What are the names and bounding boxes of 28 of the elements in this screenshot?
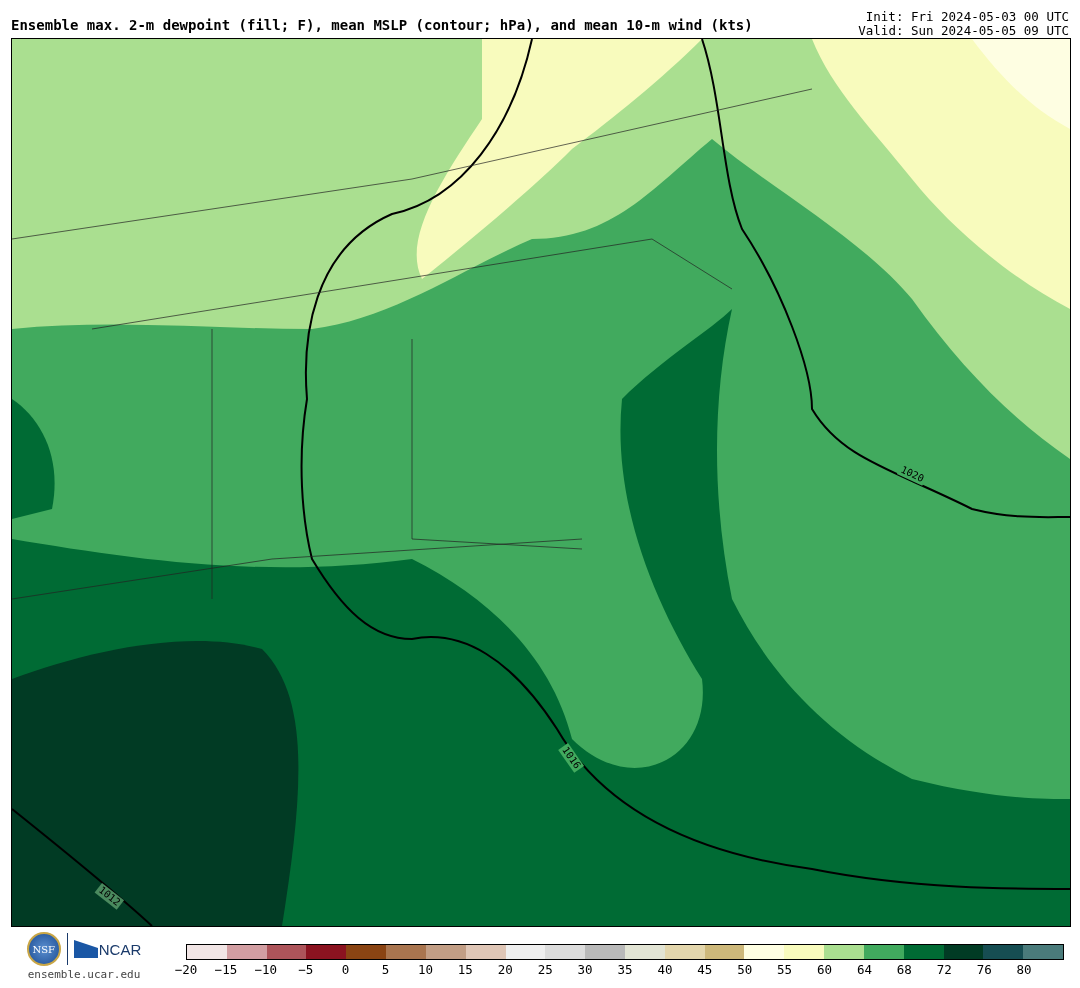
chart-title: Ensemble max. 2-m dewpoint (fill; F), mean MSLP (contour; hPa), and mean 10-m wind (kts) <box>11 17 753 35</box>
tick-label: 45 <box>697 962 713 977</box>
ncar-logo: NCAR <box>73 940 142 958</box>
tick-label: −10 <box>254 962 278 977</box>
tick-label: 0 <box>341 962 350 977</box>
tick-label: 25 <box>537 962 553 977</box>
site-url: ensemble.ucar.edu <box>27 968 141 981</box>
tick-label: 80 <box>1016 962 1032 977</box>
tick-label: −5 <box>298 962 314 977</box>
tick-label: 68 <box>896 962 912 977</box>
nsf-logo: NSF <box>26 932 61 966</box>
tick-label: −15 <box>214 962 238 977</box>
tick-label: 10 <box>417 962 433 977</box>
tick-label: 72 <box>936 962 952 977</box>
valid-time: Valid: Sun 2024-05-05 09 UTC <box>858 24 1069 38</box>
tick-label: 5 <box>381 962 390 977</box>
init-time: Init: Fri 2024-05-03 00 UTC <box>864 10 1069 24</box>
tick-label: 35 <box>617 962 633 977</box>
tick-label: 50 <box>737 962 753 977</box>
tick-label: −20 <box>174 962 198 977</box>
tick-label: 30 <box>577 962 593 977</box>
tick-label: 15 <box>457 962 473 977</box>
tick-label: 40 <box>657 962 673 977</box>
tick-label: 64 <box>856 962 872 977</box>
tick-label: 55 <box>777 962 793 977</box>
tick-label: 76 <box>976 962 992 977</box>
tick-label: 20 <box>497 962 513 977</box>
tick-label: 60 <box>817 962 833 977</box>
